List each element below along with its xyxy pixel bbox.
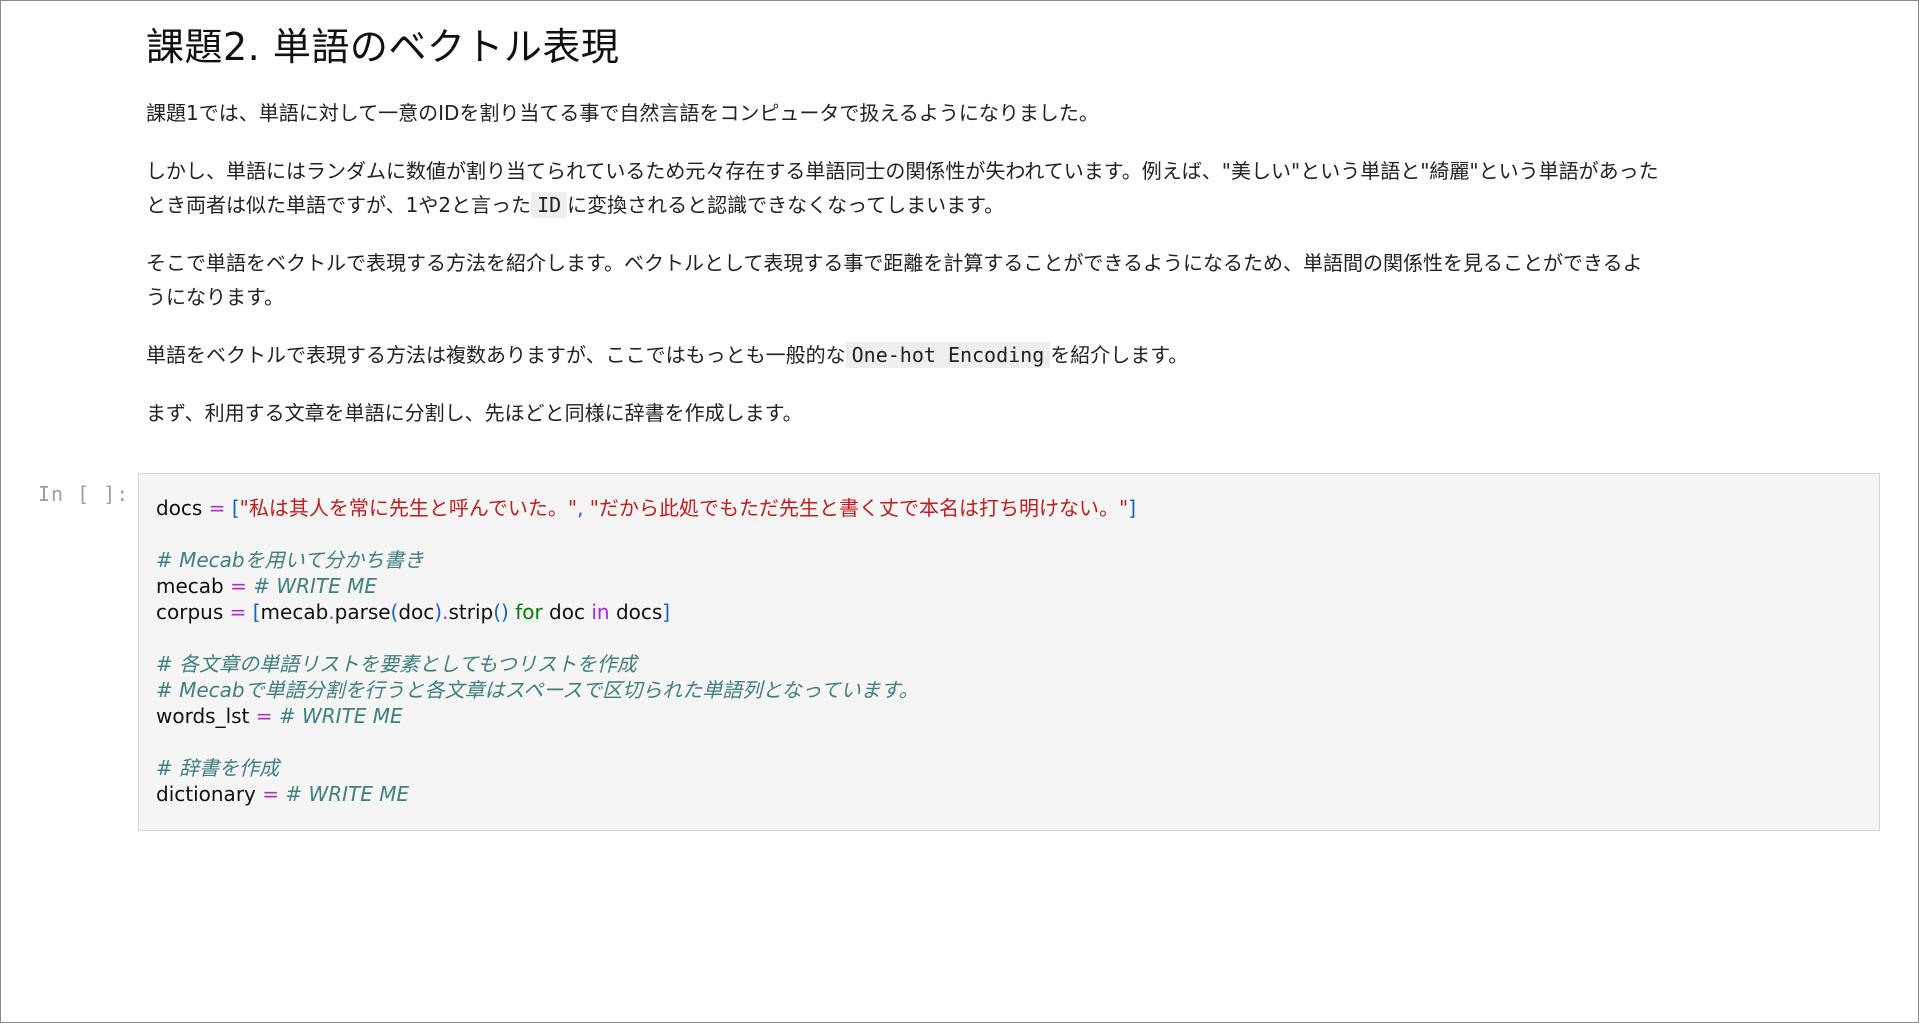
var-corpus: corpus (156, 600, 224, 624)
code-cell-editor[interactable]: docs = ["私は其人を常に先生と呼んでいた。", "だから此処でもただ先生… (138, 473, 1880, 831)
section-title: 課題2. 単語のベクトル表現 (146, 25, 620, 69)
paragraph-problem-line2-end: に変換されると認識できなくなってしまいます。 (567, 193, 1005, 217)
paragraph-vector-line1: そこで単語をベクトルで表現する方法を紹介します。ベクトルとして表現する事で距離を… (146, 251, 1643, 275)
code-line-corpus: corpus = [mecab.parse(doc).strip() for d… (156, 599, 1862, 625)
var-dictionary: dictionary (156, 782, 256, 806)
paragraph-vector: そこで単語をベクトルで表現する方法を紹介します。ベクトルとして表現する事で距離を… (146, 246, 1866, 314)
method-parse: parse (334, 600, 391, 624)
comment-write-me: # WRITE ME (278, 704, 403, 728)
bracket-close: ] (662, 600, 671, 624)
keyword-for: for (515, 600, 543, 624)
comment-dictionary: # 辞書を作成 (156, 756, 280, 780)
paragraph-onehot-post: を紹介します。 (1050, 343, 1189, 367)
paragraph-intro: 課題1では、単語に対して一意のIDを割り当てる事で自然言語をコンピュータで扱える… (146, 101, 1099, 125)
var-docs: docs (156, 496, 203, 520)
bracket-close: ] (1128, 496, 1136, 520)
paragraph-vector-line2: うになります。 (146, 285, 284, 309)
comment-mecab-split: # Mecabで単語分割を行うと各文章はスペースで区切られた単語列となっています… (156, 678, 919, 702)
keyword-in: in (591, 600, 610, 624)
code-line-mecab: mecab = # WRITE ME (156, 573, 1862, 599)
var-words-lst: words_lst (156, 704, 250, 728)
comma: , (577, 496, 584, 520)
method-strip: strip (448, 600, 494, 624)
paren-close: ) (434, 600, 443, 624)
inline-code-id: ID (531, 192, 568, 218)
operator-assign: = (208, 496, 226, 520)
bracket-open: [ (231, 496, 240, 520)
operator-assign: = (255, 704, 273, 728)
comment-mecab: # Mecabを用いて分かち書き (156, 548, 425, 572)
iter-docs: docs (615, 600, 663, 624)
string-literal-2: "だから此処でもただ先生と書く丈で本名は打ち明けない。" (589, 496, 1129, 520)
paragraph-first-step: まず、利用する文章を単語に分割し、先ほどと同様に辞書を作成します。 (146, 401, 803, 425)
comment-write-me: # WRITE ME (253, 574, 378, 598)
paragraph-onehot: 単語をベクトルで表現する方法は複数ありますが、ここではもっとも一般的な One-h… (146, 338, 1866, 372)
loop-var-doc: doc (549, 600, 585, 624)
code-line-dictionary: dictionary = # WRITE ME (156, 781, 1862, 807)
paragraph-problem-line2: とき両者は似た単語ですが、1や2と言った (146, 193, 532, 217)
string-literal-1: "私は其人を常に先生と呼んでいた。" (239, 496, 578, 520)
paragraph-problem-line1: しかし、単語にはランダムに数値が割り当てられているため元々存在する単語同士の関係… (146, 159, 1659, 183)
comment-word-list: # 各文章の単語リストを要素としてもつリストを作成 (156, 652, 637, 676)
var-mecab: mecab (156, 574, 224, 598)
arg-doc: doc (398, 600, 435, 624)
inline-code-onehot: One-hot Encoding (845, 342, 1051, 368)
obj-mecab: mecab (260, 600, 329, 624)
markdown-cell[interactable]: 課題2. 単語のベクトル表現 課題1では、単語に対して一意のIDを割り当てる事で… (146, 22, 1866, 454)
paragraph-onehot-pre: 単語をベクトルで表現する方法は複数ありますが、ここではもっとも一般的な (146, 343, 846, 367)
code-line-words-lst: words_lst = # WRITE ME (156, 703, 1862, 729)
operator-assign: = (262, 782, 279, 806)
cell-prompt: In [ ]: (38, 482, 130, 506)
parens: () (493, 600, 509, 624)
code-line-docs: docs = ["私は其人を常に先生と呼んでいた。", "だから此処でもただ先生… (156, 495, 1862, 521)
paragraph-problem: しかし、単語にはランダムに数値が割り当てられているため元々存在する単語同士の関係… (146, 154, 1866, 222)
operator-assign: = (229, 600, 247, 624)
comment-write-me: # WRITE ME (285, 782, 410, 806)
operator-assign: = (230, 574, 247, 598)
bracket-open: [ (252, 600, 261, 624)
